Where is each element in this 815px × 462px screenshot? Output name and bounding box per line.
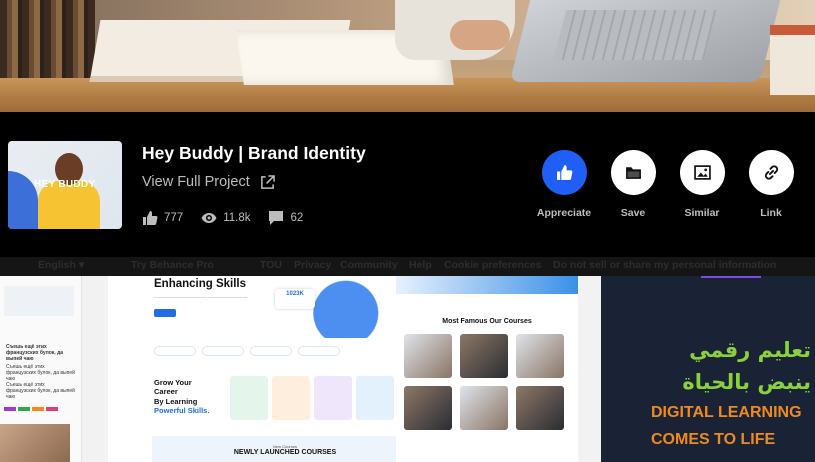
appreciate-circle[interactable]	[541, 150, 587, 195]
preview-top-banner	[396, 276, 578, 294]
footer-link-community[interactable]: Community	[340, 259, 398, 271]
thumbs-up-icon	[556, 165, 572, 180]
link-button[interactable]: Link	[741, 150, 801, 219]
arabic-headline-line-2: ينبض بالحياة	[682, 370, 811, 394]
preview-photo	[0, 424, 70, 462]
similar-circle[interactable]	[679, 150, 725, 195]
similar-button[interactable]: Similar	[672, 150, 732, 219]
arabic-headline-line-1: تعليم رقمي	[689, 338, 811, 362]
footer-link-privacy[interactable]: Privacy	[294, 259, 331, 271]
color-chips	[4, 407, 58, 411]
preview-heading: Enhancing Skills	[154, 278, 247, 290]
image-icon	[693, 165, 711, 180]
preview-card	[4, 286, 74, 316]
preview-badge: 1023K	[275, 289, 315, 309]
try-pro-link[interactable]: Try Behance Pro	[131, 259, 214, 271]
font-sample-text: Съешь ещё этих французских булок, да вып…	[6, 364, 75, 382]
related-project-card-2[interactable]: Enhancing Skills ————————————— —————————…	[108, 276, 578, 462]
related-projects-gallery: Съешь ещё этих французских булок, да вып…	[0, 276, 815, 462]
link-icon	[764, 165, 778, 180]
related-project-card-3[interactable]: تعليم رقمي ينبض بالحياة DIGITAL LEARNING…	[601, 276, 815, 462]
project-cover-image	[0, 0, 815, 112]
preview-paragraph: ————————————— ——————————	[154, 294, 248, 299]
project-header: HEY BUDDY Hey Buddy | Brand Identity Vie…	[0, 112, 815, 257]
footer-link-cookie-preferences[interactable]: Cookie preferences	[444, 259, 541, 271]
link-label: Link	[760, 207, 782, 219]
font-sample-text: Съешь ещё этих французских булок, да вып…	[6, 344, 64, 362]
folder-icon	[625, 167, 641, 179]
landing-page-preview: Enhancing Skills ————————————— —————————…	[130, 276, 418, 462]
save-button[interactable]: Save	[603, 150, 663, 219]
font-sample-text: Съешь ещё этих французских булок, да вып…	[6, 382, 75, 400]
footer-link-do-not-sell[interactable]: Do not sell or share my personal informa…	[553, 259, 776, 271]
related-project-card-1[interactable]: Съешь ещё этих французских булок, да вып…	[0, 276, 82, 462]
english-headline-line-1: DIGITAL LEARNING	[651, 404, 802, 421]
similar-label: Similar	[684, 207, 720, 219]
link-circle[interactable]	[748, 150, 794, 195]
project-actions: Appreciate Save Similar Link	[0, 150, 815, 220]
footer-link-tou[interactable]: TOU	[260, 259, 282, 271]
behance-project-page: HEY BUDDY Hey Buddy | Brand Identity Vie…	[0, 0, 815, 462]
footer-link-help[interactable]: Help	[409, 259, 432, 271]
preview-button	[154, 309, 176, 317]
preview-course-grid	[404, 334, 564, 430]
footer-bar: English ▾ Try Behance Pro TOU Privacy Co…	[0, 257, 815, 276]
save-label: Save	[620, 207, 646, 219]
english-headline-line-2: COMES TO LIFE	[651, 431, 776, 448]
appreciate-button[interactable]: Appreciate	[534, 150, 594, 219]
preview-feature-pills	[154, 346, 340, 356]
preview-category-cards	[230, 376, 394, 420]
appreciate-label: Appreciate	[536, 207, 592, 219]
save-circle[interactable]	[610, 150, 656, 195]
preview-courses-title: Most Famous Our Courses	[442, 318, 532, 325]
courses-page-preview: Most Famous Our Courses	[396, 276, 578, 462]
preview-new-courses: New Courses NEWLY LAUNCHED COURSES	[152, 436, 418, 462]
language-selector[interactable]: English ▾	[38, 259, 84, 271]
